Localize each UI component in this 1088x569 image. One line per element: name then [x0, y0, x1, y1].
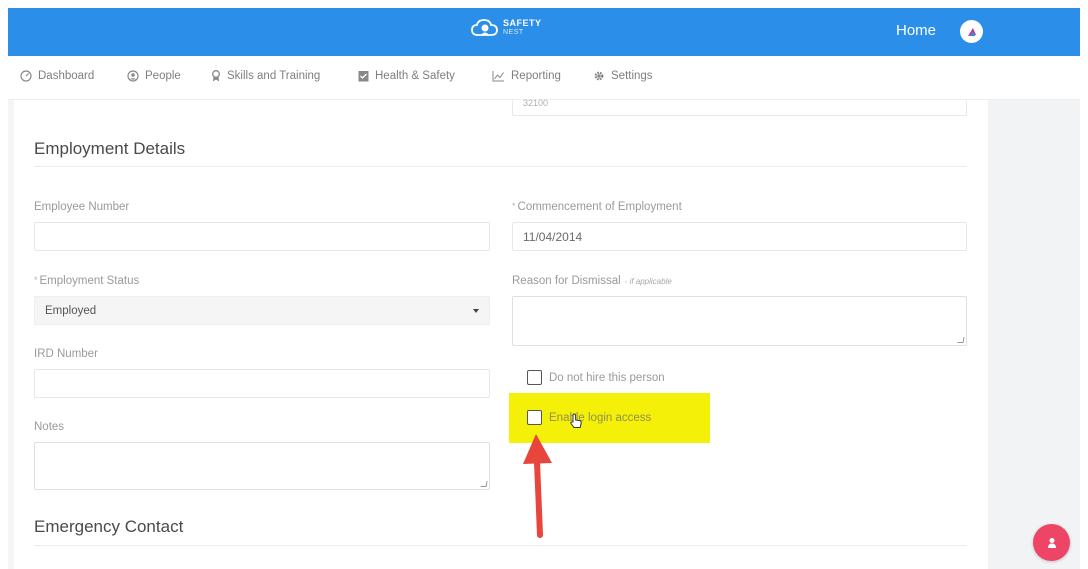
dashboard-icon: [20, 70, 32, 82]
chart-icon: [492, 71, 504, 82]
emergency-contact-title: Emergency Contact: [34, 517, 184, 536]
nav-item-health-safety[interactable]: Health & Safety: [358, 70, 455, 82]
enable-login-label: Enable login access: [549, 411, 652, 424]
red-arrow-annotation: [523, 434, 552, 538]
ird-number-label: IRD Number: [34, 348, 98, 360]
right-scroll-area[interactable]: [988, 100, 1080, 569]
user-avatar[interactable]: [960, 20, 983, 43]
commencement-label-text: Commencement of Employment: [517, 201, 682, 213]
clipboard-icon: [358, 71, 369, 82]
resize-grip-icon[interactable]: [480, 481, 488, 487]
nav-item-skills-training[interactable]: Skills and Training: [211, 70, 320, 82]
avatar-icon: [967, 27, 976, 36]
app-logo[interactable]: SAFETY NEST: [470, 17, 542, 39]
person-icon: [127, 70, 139, 82]
nav-label: Reporting: [511, 70, 561, 82]
logo-title: SAFETY: [503, 18, 542, 28]
nav-label: Dashboard: [38, 70, 95, 82]
nav-label: Skills and Training: [227, 70, 321, 82]
enable-login-checkbox-row[interactable]: Enable login access: [527, 410, 651, 425]
nav-item-reporting[interactable]: Reporting: [492, 70, 561, 82]
help-fab-button[interactable]: [1033, 524, 1070, 561]
dismissal-reason-label-text: Reason for Dismissal: [512, 275, 621, 287]
hand-cursor-icon: [570, 413, 582, 428]
gear-icon: [594, 71, 604, 81]
dismissal-reason-label: Reason for Dismissal - if applicable: [512, 275, 672, 287]
do-not-hire-label: Do not hire this person: [549, 371, 665, 384]
employment-status-label-text: Employment Status: [39, 275, 140, 287]
logo-subtitle: NEST: [503, 29, 524, 36]
dismissal-reason-textarea[interactable]: [512, 296, 967, 346]
cloud-logo-icon: [471, 19, 498, 36]
employment-status-select[interactable]: Employed: [34, 296, 490, 325]
app-header: SAFETY NEST Home: [8, 8, 1080, 56]
notes-label: Notes: [34, 421, 65, 433]
home-link[interactable]: Home: [896, 22, 936, 39]
notes-textarea[interactable]: [34, 442, 490, 490]
resize-grip-icon[interactable]: [957, 337, 965, 343]
previous-field-input[interactable]: 32100: [512, 98, 967, 116]
main-nav: Dashboard People Skills and Training Hea…: [8, 56, 1080, 100]
commencement-date-value: 11/04/2014: [523, 229, 583, 244]
employee-number-label: Employee Number: [34, 201, 130, 213]
nav-item-settings[interactable]: Settings: [593, 70, 653, 82]
required-mark: *: [512, 201, 516, 211]
do-not-hire-checkbox[interactable]: [527, 370, 542, 385]
ribbon-icon: [212, 70, 220, 82]
nav-item-dashboard[interactable]: Dashboard: [20, 70, 94, 82]
nav-label: People: [145, 70, 181, 82]
commencement-date-input[interactable]: 11/04/2014: [512, 222, 967, 251]
required-mark: *: [34, 275, 38, 285]
employee-number-input[interactable]: [34, 222, 490, 251]
previous-field-value: 32100: [523, 98, 549, 108]
section-divider: [34, 166, 967, 167]
do-not-hire-checkbox-row[interactable]: Do not hire this person: [527, 370, 665, 385]
nav-item-people[interactable]: People: [127, 70, 181, 82]
enable-login-checkbox[interactable]: [527, 410, 542, 425]
nav-label: Health & Safety: [375, 70, 455, 82]
section-divider: [34, 545, 967, 546]
nav-label: Settings: [611, 70, 653, 82]
employment-status-label: * Employment Status: [34, 275, 139, 287]
user-icon: [1047, 537, 1056, 548]
commencement-label: * Commencement of Employment: [512, 201, 682, 213]
employment-details-title: Employment Details: [34, 139, 186, 158]
ird-number-input[interactable]: [34, 369, 490, 398]
dismissal-reason-hint: - if applicable: [624, 277, 672, 286]
chevron-down-icon: [473, 308, 479, 313]
employment-status-value: Employed: [45, 304, 97, 317]
